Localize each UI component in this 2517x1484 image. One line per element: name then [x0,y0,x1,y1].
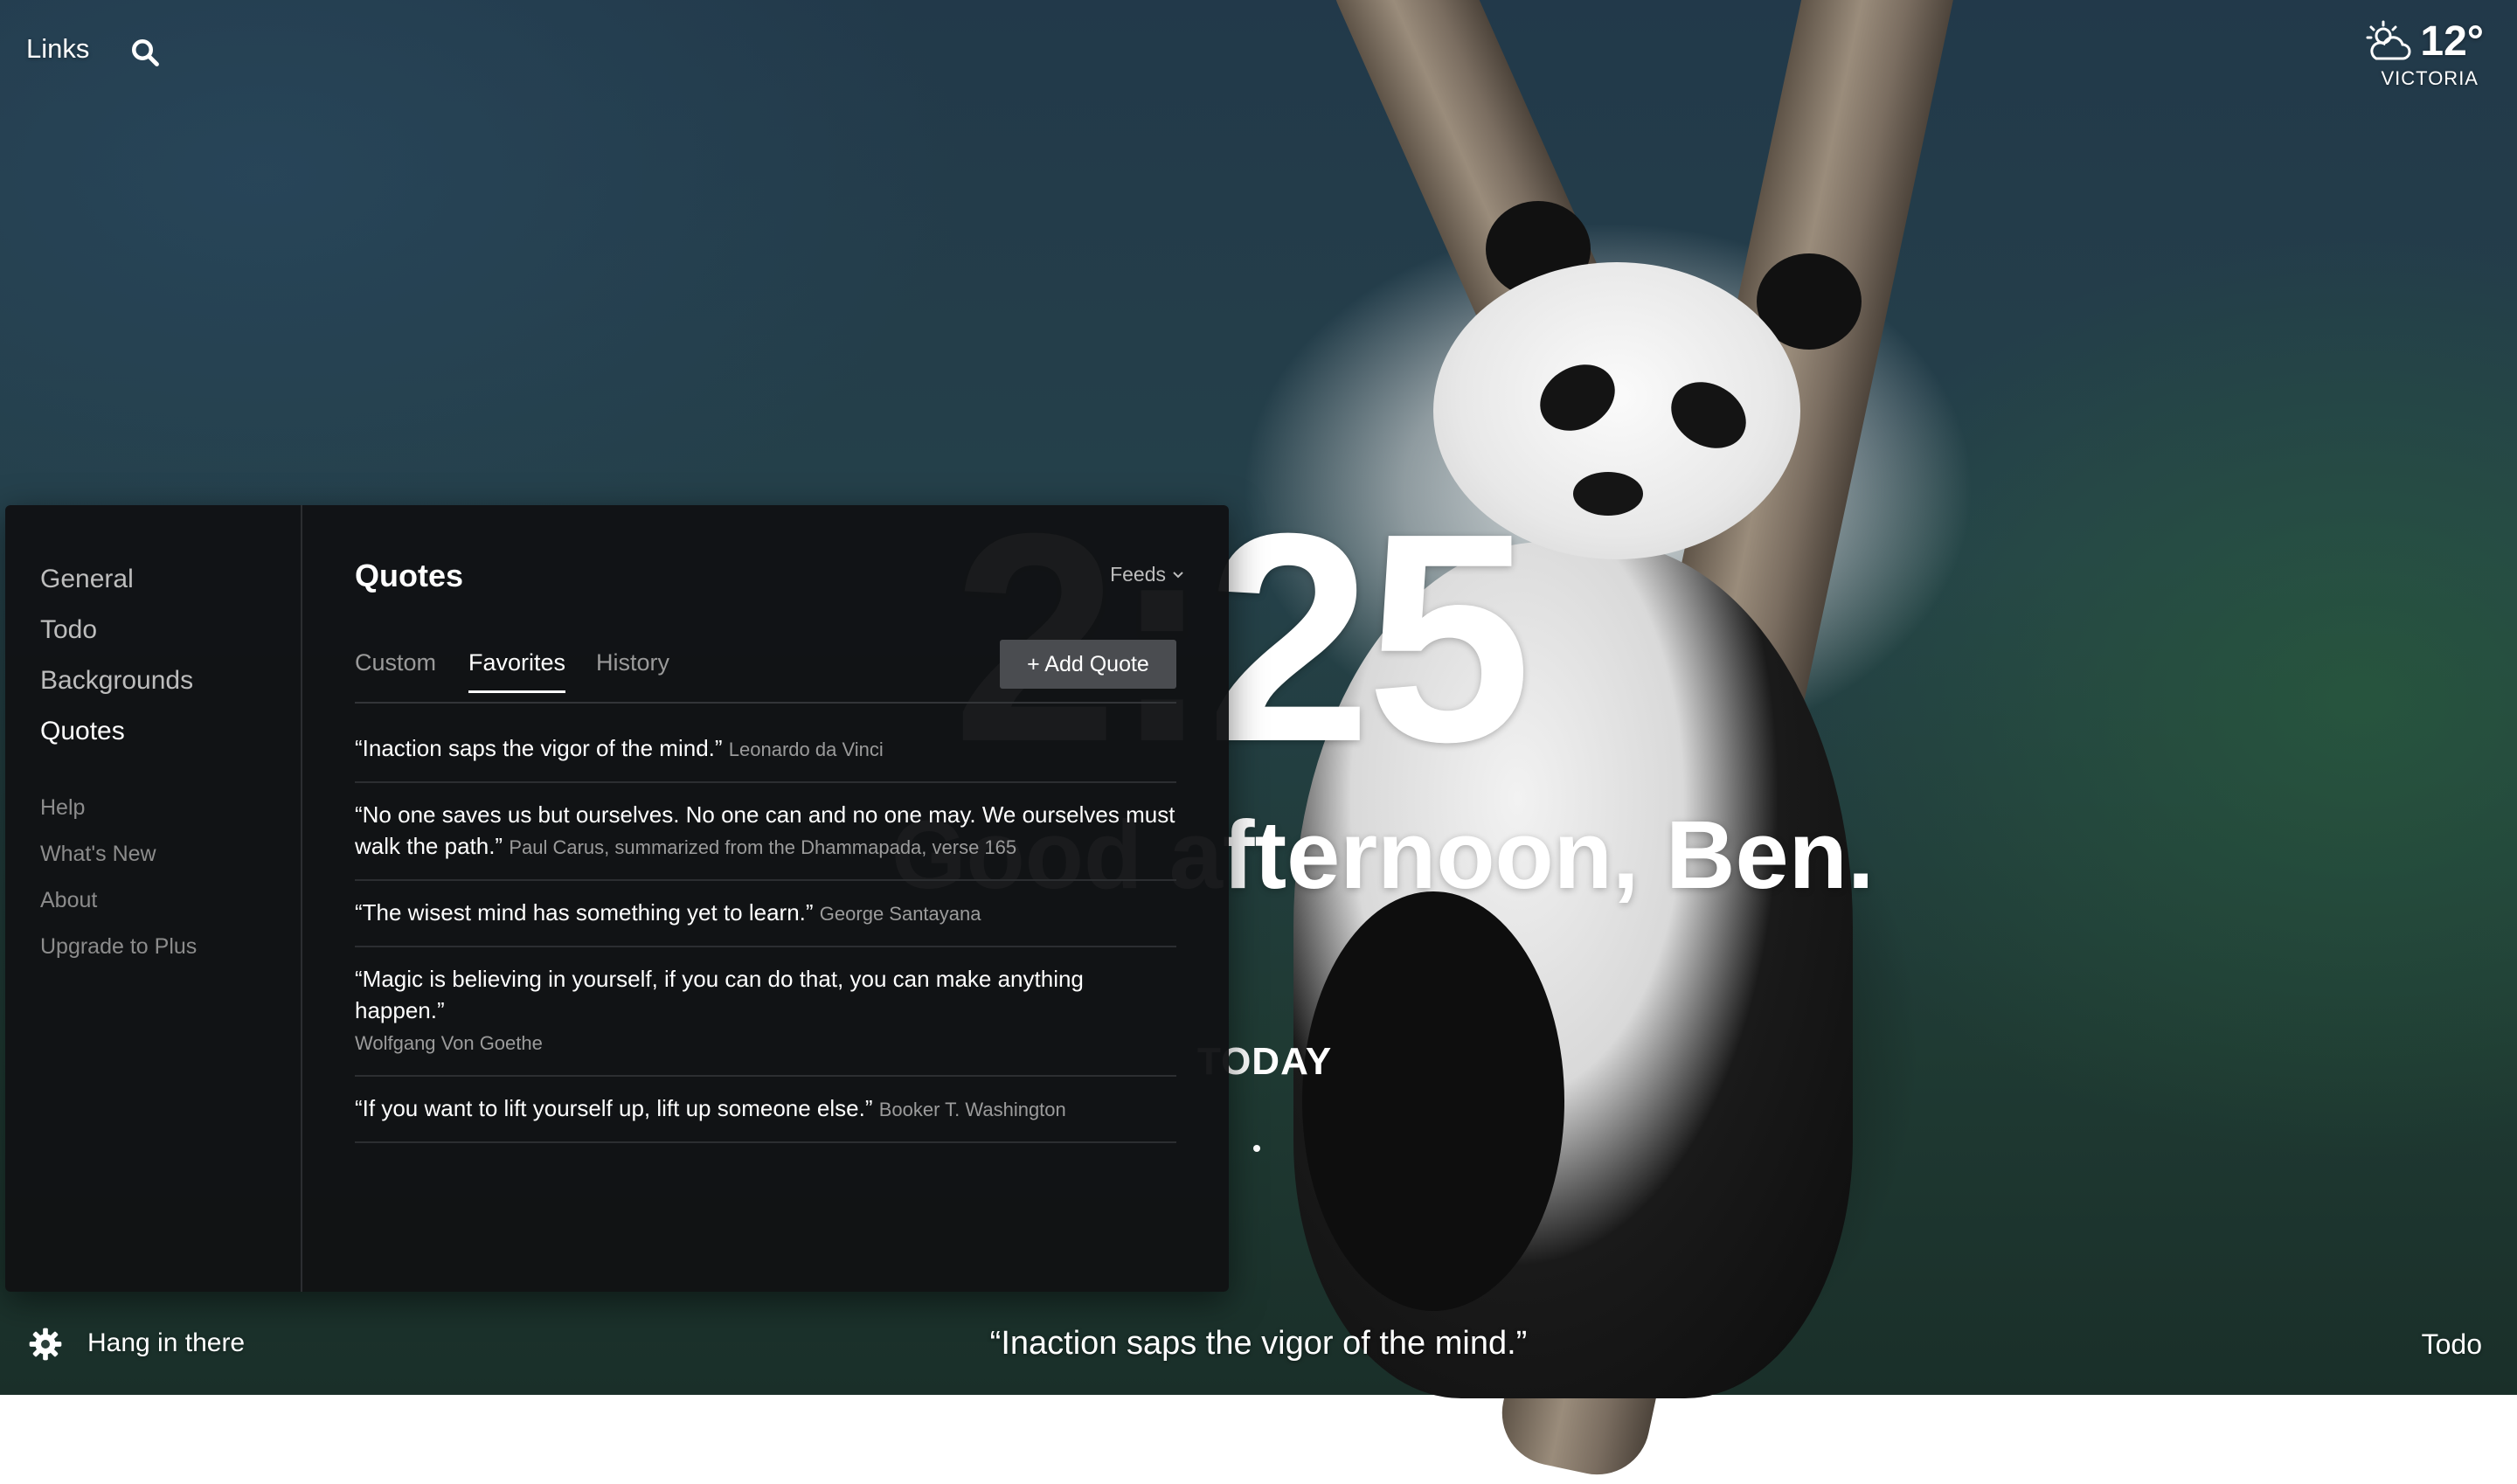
nav-item-quotes[interactable]: Quotes [40,717,193,746]
nav-item-help[interactable]: Help [40,795,197,821]
quotes-settings: Quotes Feeds Custom Favorites History + … [355,505,1185,1292]
quote-list: “Inaction saps the vigor of the mind.” L… [355,717,1176,1143]
quote-author: Wolfgang Von Goethe [355,1032,543,1054]
quote-author: Paul Carus, summarized from the Dhammapa… [509,836,1017,858]
nav-item-general[interactable]: General [40,565,193,594]
weather-widget[interactable]: 12° VICTORIA [2364,17,2484,90]
daily-quote[interactable]: “Inaction saps the vigor of the mind.” [0,1325,2517,1363]
weather-temperature: 12° [2420,18,2484,65]
feeds-dropdown[interactable]: Feeds [1110,563,1185,586]
quote-text: “Inaction saps the vigor of the mind.” [355,735,723,761]
panda-arm [1302,891,1564,1311]
tab-favorites[interactable]: Favorites [468,649,566,693]
panda-nose [1573,472,1643,516]
links-button[interactable]: Links [26,33,89,65]
feeds-label: Feeds [1110,563,1166,586]
quote-text: “If you want to lift yourself up, lift u… [355,1095,873,1121]
list-item[interactable]: “Magic is believing in yourself, if you … [355,947,1176,1077]
quote-author: George Santayana [819,903,981,925]
search-icon[interactable] [129,37,161,68]
list-item[interactable]: “Inaction saps the vigor of the mind.” L… [355,717,1176,783]
quote-author: Leonardo da Vinci [728,739,884,760]
nav-item-upgrade[interactable]: Upgrade to Plus [40,934,197,960]
todo-button[interactable]: Todo [2422,1328,2482,1361]
list-item[interactable]: “The wisest mind has something yet to le… [355,881,1176,947]
list-item[interactable]: “If you want to lift yourself up, lift u… [355,1077,1176,1143]
settings-nav: General Todo Backgrounds Quotes Help Wha… [5,505,302,1292]
nav-item-backgrounds[interactable]: Backgrounds [40,666,193,696]
partly-cloudy-icon [2366,20,2411,59]
nav-item-todo[interactable]: Todo [40,615,193,645]
nav-item-about[interactable]: About [40,888,197,913]
settings-panel: General Todo Backgrounds Quotes Help Wha… [5,505,1229,1292]
list-item[interactable]: “No one saves us but ourselves. No one c… [355,783,1176,881]
quote-text: “Magic is believing in yourself, if you … [355,966,1084,1023]
focus-dot [1253,1145,1260,1152]
quote-author: Booker T. Washington [878,1099,1066,1120]
nav-item-whats-new[interactable]: What's New [40,842,197,867]
quote-text: “The wisest mind has something yet to le… [355,899,814,926]
chevron-down-icon [1173,571,1183,578]
page-title: Quotes [355,558,464,593]
tab-custom[interactable]: Custom [355,649,436,690]
weather-location: VICTORIA [2381,67,2479,89]
tab-history[interactable]: History [596,649,669,690]
add-quote-button[interactable]: + Add Quote [1000,640,1176,689]
